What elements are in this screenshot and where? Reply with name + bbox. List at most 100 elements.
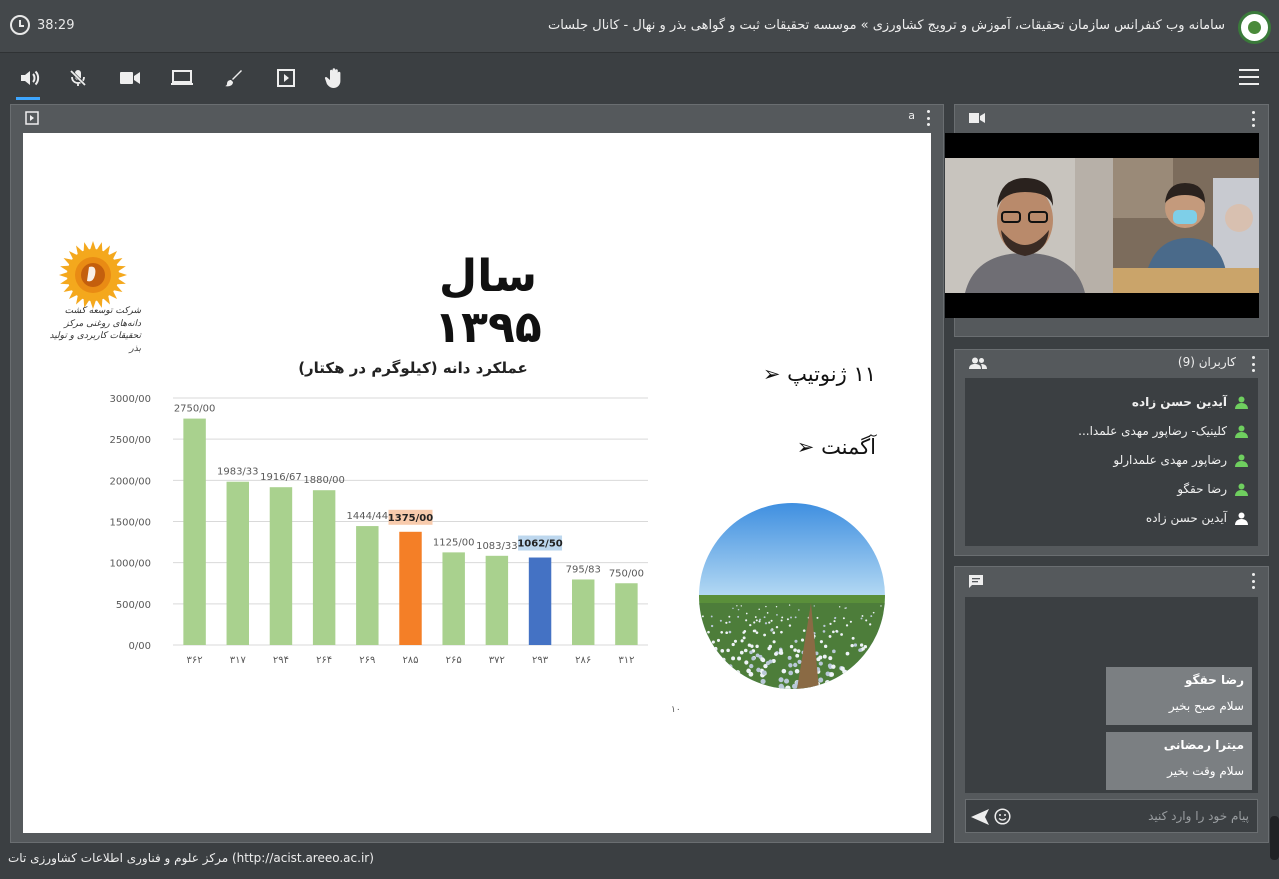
toolbar [0,54,1279,102]
company-logo-text: شرکت توسعه کشت دانه‌های روغنی مرکز تحقیق… [49,306,141,354]
x-tick-label: ۲۸۶ [575,655,591,666]
video-tile-participant-1[interactable] [945,158,1113,293]
data-label: 2750/00 [174,404,216,415]
list-item[interactable]: آیدین حسن زاده [1132,395,1248,409]
x-tick-label: ۲۹۴ [273,655,289,666]
chart-bar [183,418,206,645]
chat-message-text: سلام صبح بخیر [1168,699,1244,713]
timer-text: 38:29 [37,17,75,33]
mic-muted-icon [69,69,87,87]
slide-page-number: ۱۰ [671,705,681,715]
presentation-label: a [908,109,915,122]
users-icon [969,357,987,369]
video-panel [945,104,1269,337]
data-label: 1083/33 [476,541,518,552]
speaker-button[interactable] [16,64,44,100]
data-label: 1125/00 [433,537,475,548]
users-panel: کاربران (9) آیدین حسن زاده کلینیک- رضاپو… [954,349,1269,556]
video-options-icon[interactable] [1250,111,1256,127]
presentation-slide: شرکت توسعه کشت دانه‌های روغنی مرکز تحقیق… [23,133,931,833]
user-icon [1235,512,1248,525]
page-title: سامانه وب کنفرانس سازمان تحقیقات، آموزش … [547,18,1225,33]
chart-bar [312,490,336,645]
chart-bar [615,583,638,645]
chat-message-text: سلام وقت بخیر [1167,764,1244,778]
user-icon [1235,425,1248,438]
chart-bar [399,531,422,645]
presentation-header: a [11,105,943,131]
screen-share-button[interactable] [168,64,196,92]
users-panel-title: کاربران (9) [1177,355,1236,369]
hamburger-menu-button[interactable] [1239,69,1259,85]
video-feed-area[interactable] [945,133,1259,318]
x-tick-label: ۲۶۹ [359,655,375,666]
emoji-icon[interactable] [994,808,1011,825]
chat-options-icon[interactable] [1250,573,1256,589]
presentation-panel: a شرکت توسعه کشت دانه‌های روغنی مرکز تحق… [10,104,944,843]
list-item[interactable]: کلینیک- رضاپور مهدی علمدا... [1078,424,1248,438]
yield-bar-chart: عملکرد دانه (کیلوگرم در هکتار) 0/00 500/00… [109,359,648,666]
chat-input-bar [965,799,1258,833]
chart-bar [226,481,249,645]
chat-panel: رضا حقگو سلام صبح بخیر میترا رمضانی سلام… [954,566,1269,843]
chat-message: رضا حقگو سلام صبح بخیر [1106,667,1252,725]
slide-bullet-genotype: ۱۱ ژنوتیپ ➢ [762,362,876,386]
screen-share-icon [171,70,193,85]
session-timer: 38:29 [10,15,74,35]
chat-message-sender: میترا رمضانی [1163,738,1244,752]
data-label: 750/00 [609,568,644,579]
clock-icon [10,15,30,35]
chat-message-input[interactable] [1029,806,1249,826]
list-item[interactable]: آیدین حسن زاده [1146,511,1248,525]
brush-icon [225,70,242,87]
user-icon [1235,454,1248,467]
data-label: 1444/44 [347,511,389,522]
microphone-button[interactable] [64,64,92,92]
presentation-button[interactable] [272,64,300,92]
chart-bar [528,557,552,645]
y-tick-label: 3000/00 [109,394,151,405]
video-tile-participant-2[interactable] [1113,158,1259,293]
users-options-icon[interactable] [1250,356,1256,372]
x-tick-label: ۲۹۳ [532,655,549,666]
x-tick-label: ۳۶۲ [187,655,203,666]
list-item[interactable]: رضاپور مهدی علمدارلو [1113,453,1248,467]
chart-bar [442,552,465,645]
speaker-icon [21,70,40,86]
y-tick-label: 2000/00 [109,476,151,487]
users-list: آیدین حسن زاده کلینیک- رضاپور مهدی علمدا… [965,378,1258,546]
presentation-icon [277,69,295,87]
title-bar: 38:29 سامانه وب کنفرانس سازمان تحقیقات، … [0,0,1279,53]
list-item[interactable]: رضا حقگو [1177,482,1248,496]
raise-hand-button[interactable] [320,64,348,92]
camera-icon [969,113,985,123]
chart-bar [572,579,595,645]
data-label: 1983/33 [217,467,259,478]
camera-icon [120,72,140,84]
x-tick-label: ۲۶۴ [316,655,332,666]
y-tick-label: 1000/00 [109,559,151,570]
user-icon [1235,483,1248,496]
user-icon [1235,396,1248,409]
presentation-icon[interactable] [25,111,39,125]
chart-bar [356,526,379,645]
chat-messages: رضا حقگو سلام صبح بخیر میترا رمضانی سلام… [965,597,1258,793]
y-tick-label: 1500/00 [109,518,151,529]
chat-icon [969,575,983,588]
data-label: 1062/50 [517,539,562,550]
presentation-options-icon[interactable] [925,110,931,126]
x-tick-label: ۳۷۲ [489,655,505,666]
slide-bullet-augment: آگمنت ➢ [796,435,876,459]
chart-bar [269,487,293,645]
y-tick-label: 0/00 [129,641,151,652]
x-tick-label: ۲۸۵ [402,655,418,666]
organization-logo [1238,11,1271,44]
page-scrollbar[interactable] [1270,816,1279,860]
whiteboard-button[interactable] [220,64,248,92]
send-icon[interactable] [971,809,989,825]
camera-button[interactable] [116,64,144,92]
x-tick-label: ۳۱۷ [230,655,247,666]
x-tick-label: ۲۶۵ [446,655,462,666]
y-tick-label: 2500/00 [109,435,151,446]
footer-credit: مرکز علوم و فناوری اطلاعات کشاورزی تات (… [8,851,374,865]
